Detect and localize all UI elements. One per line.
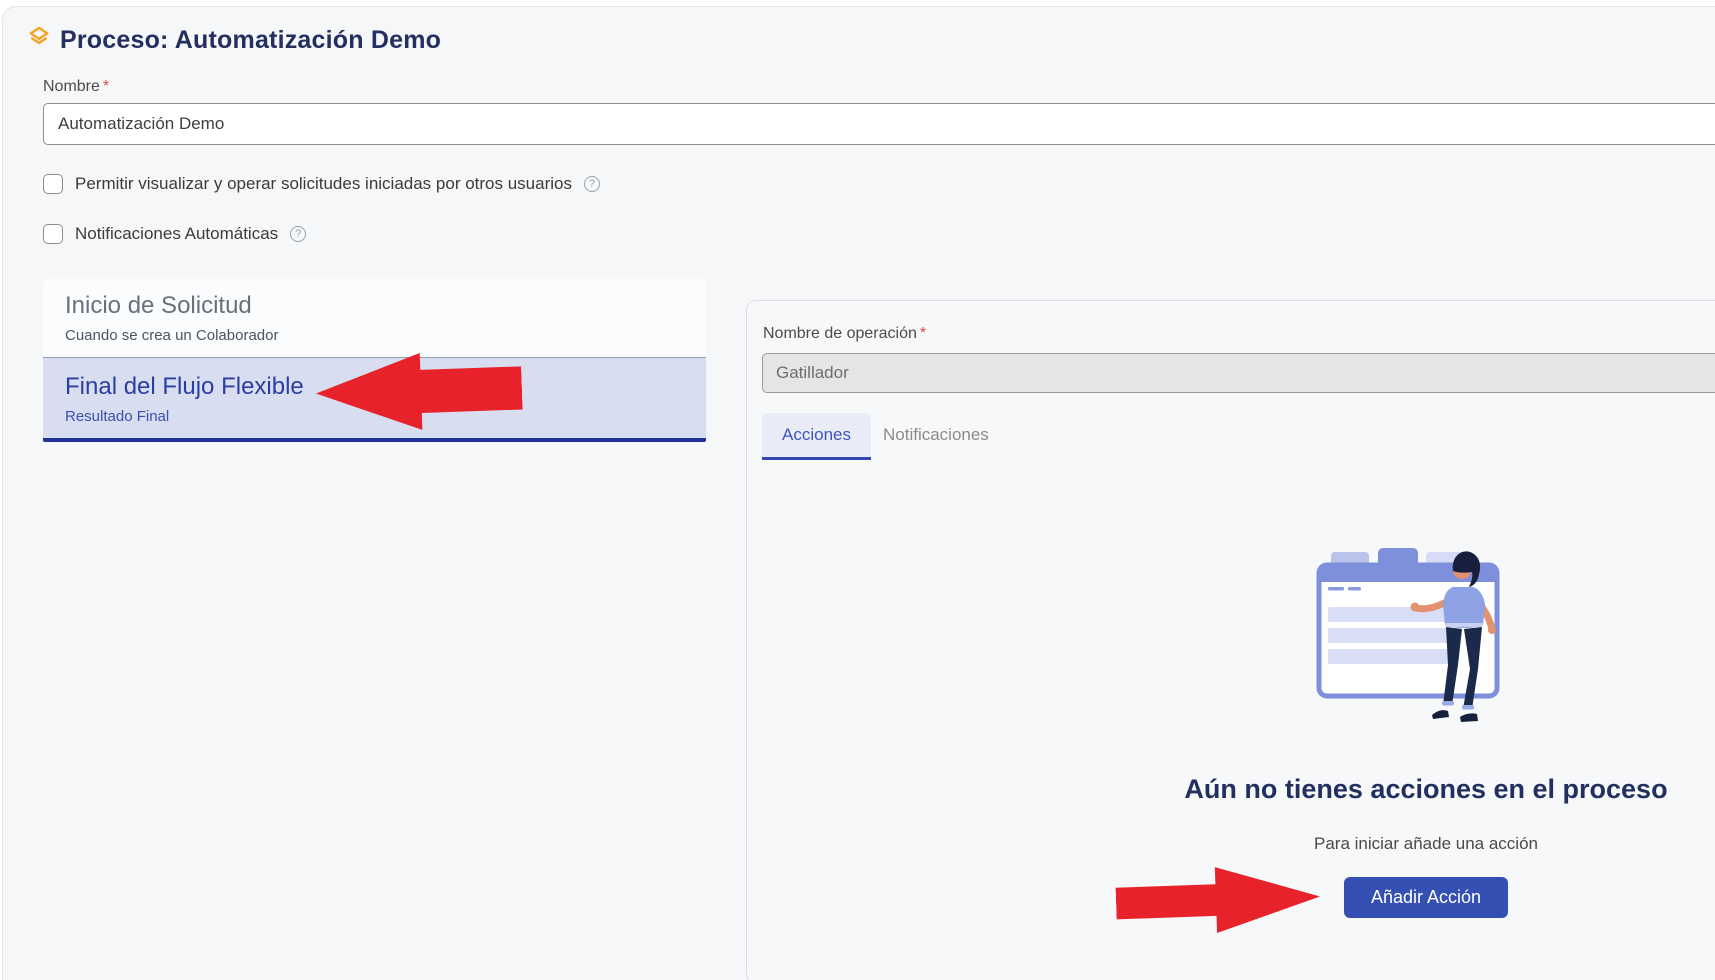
process-name-label: Nombre* — [43, 78, 109, 96]
auto-notifications-checkbox[interactable] — [43, 224, 63, 244]
stage-list: Inicio de Solicitud Cuando se crea un Co… — [43, 277, 706, 442]
operation-tabs: Acciones Notificaciones — [762, 413, 1001, 460]
screen: Proceso: Automatización Demo Nombre* Per… — [0, 0, 1715, 980]
auto-notifications-label: Notificaciones Automáticas — [75, 224, 278, 244]
required-asterisk: * — [920, 325, 926, 342]
page-title: Proceso: Automatización Demo — [60, 26, 441, 55]
checkbox-row-auto-notifications: Notificaciones Automáticas ? — [43, 224, 306, 244]
operation-name-input[interactable] — [762, 353, 1715, 393]
help-icon[interactable]: ? — [584, 176, 600, 192]
empty-state-illustration — [1306, 545, 1516, 740]
stage-title: Inicio de Solicitud — [65, 292, 684, 320]
tab-acciones[interactable]: Acciones — [762, 413, 871, 460]
help-icon[interactable]: ? — [290, 226, 306, 242]
share-requests-checkbox[interactable] — [43, 174, 63, 194]
add-action-button[interactable]: Añadir Acción — [1344, 877, 1508, 918]
process-editor-page: Proceso: Automatización Demo Nombre* Per… — [2, 6, 1715, 980]
stage-subtitle: Cuando se crea un Colaborador — [65, 327, 684, 344]
tab-notificaciones[interactable]: Notificaciones — [871, 413, 1001, 460]
empty-state-subtitle: Para iniciar añade una acción — [747, 834, 1715, 854]
share-requests-label: Permitir visualizar y operar solicitudes… — [75, 174, 572, 194]
process-name-input[interactable] — [43, 103, 1715, 145]
stage-item-inicio-de-solicitud[interactable]: Inicio de Solicitud Cuando se crea un Co… — [43, 277, 706, 357]
empty-state-title: Aún no tienes acciones en el proceso — [747, 774, 1715, 805]
layers-icon — [28, 26, 50, 50]
checkbox-row-share-requests: Permitir visualizar y operar solicitudes… — [43, 174, 600, 194]
operation-name-label: Nombre de operación* — [763, 325, 926, 343]
required-asterisk: * — [103, 78, 109, 95]
